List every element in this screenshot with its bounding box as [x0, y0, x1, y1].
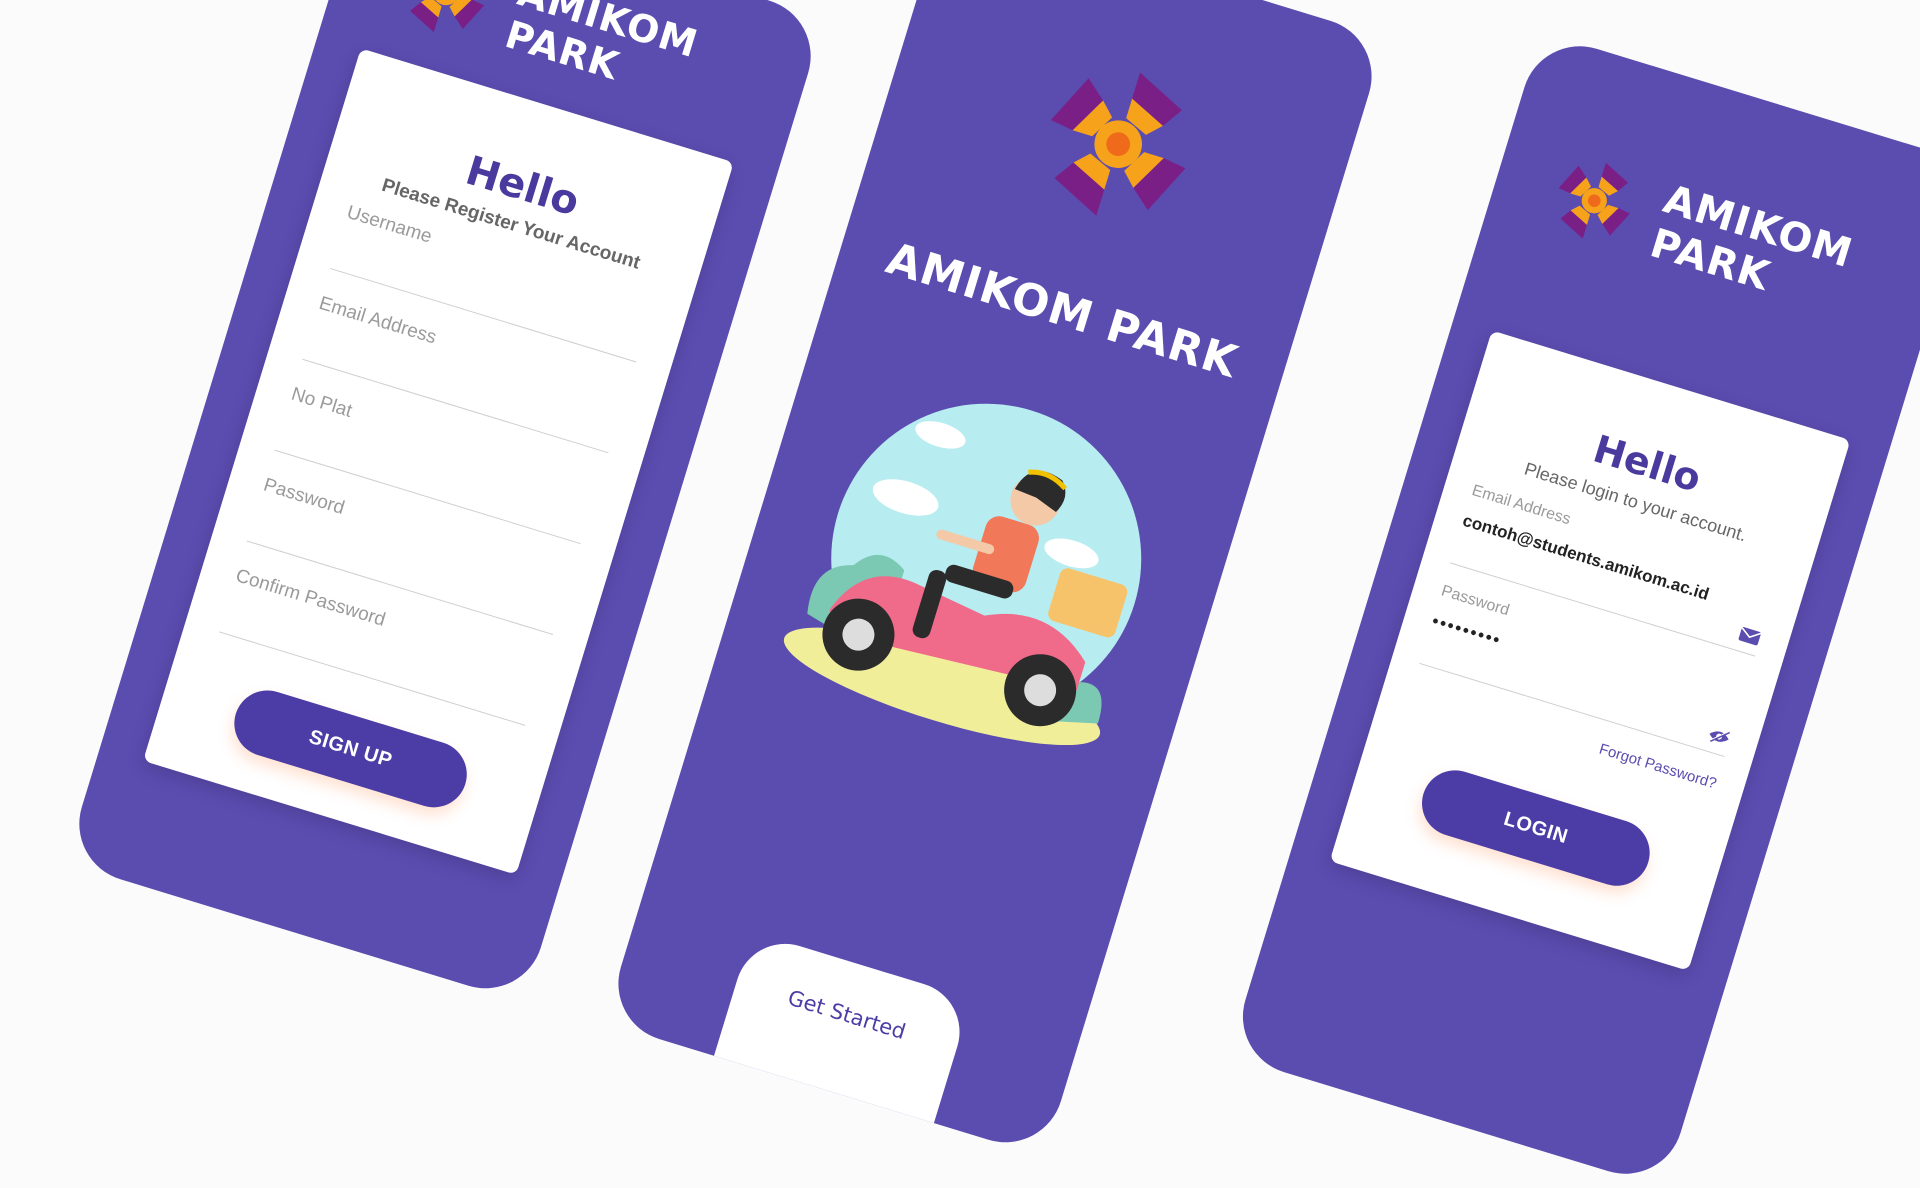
- amikom-logo-small: [1538, 145, 1650, 257]
- brand-name-stacked: AMIKOM PARK: [1645, 176, 1858, 321]
- amikom-logo: [386, 0, 506, 52]
- eye-off-icon[interactable]: [1706, 726, 1732, 748]
- get-started-label: Get Started: [785, 986, 908, 1045]
- amikom-logo-large: [1012, 38, 1224, 250]
- get-started-button[interactable]: Get Started: [708, 931, 972, 1142]
- register-card: Hello Please Register Your Account Usern…: [143, 48, 734, 874]
- login-header: AMIKOM PARK: [1538, 144, 1858, 322]
- login-password-underline: [1419, 663, 1724, 757]
- scooter-rider-illustration: [765, 350, 1202, 787]
- mail-icon: [1737, 625, 1763, 647]
- login-card: Hello Please login to your account. Emai…: [1330, 330, 1851, 970]
